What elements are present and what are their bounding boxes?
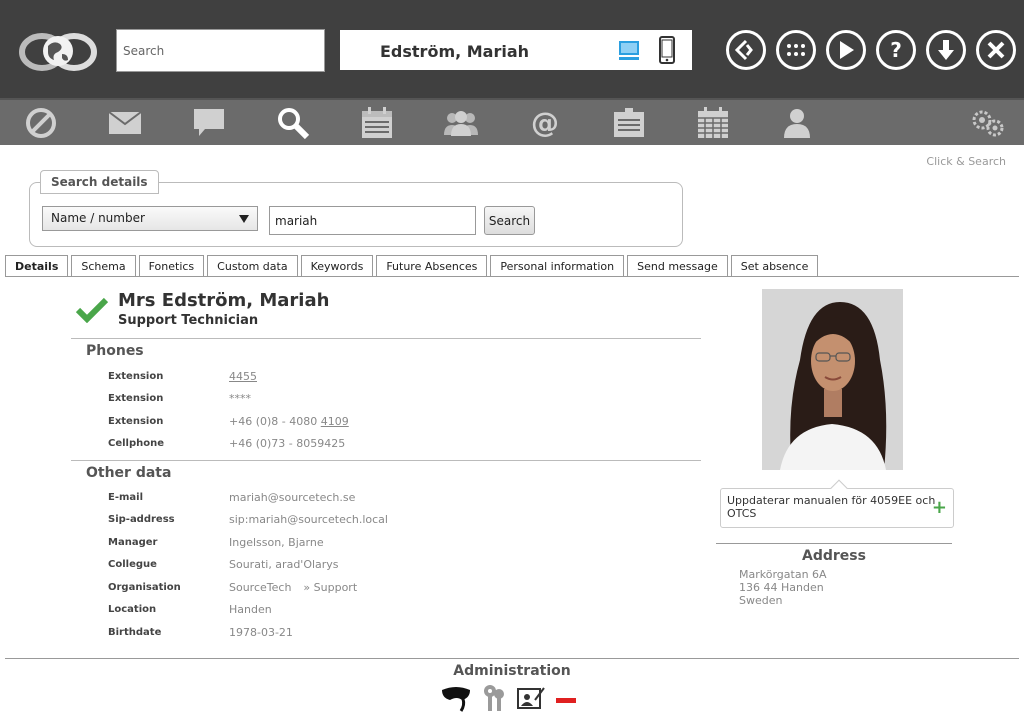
extension-link[interactable]: 4109	[321, 415, 349, 428]
person-name: Mrs Edström, Mariah	[118, 290, 330, 311]
extension-link[interactable]: 4455	[229, 370, 257, 383]
address-divider	[716, 543, 952, 544]
schedule-icon[interactable]	[611, 106, 647, 140]
collegue-value[interactable]: Sourati, arad'Olarys	[229, 558, 339, 571]
search-details-legend: Search details	[40, 170, 159, 194]
calendar-icon[interactable]	[359, 106, 395, 140]
apps-icon[interactable]	[776, 30, 816, 70]
data-label: Birthdate	[108, 627, 162, 638]
address-title: Address	[802, 548, 866, 564]
play-icon[interactable]	[826, 30, 866, 70]
nav-bar: @	[0, 98, 1024, 145]
person-photo	[762, 289, 903, 470]
phone-value: +46 (0)73 - 8059425	[229, 437, 346, 450]
block-icon[interactable]	[23, 106, 59, 140]
remove-icon[interactable]	[555, 691, 577, 710]
administration-title: Administration	[453, 663, 571, 679]
tab-schema[interactable]: Schema	[71, 255, 136, 277]
other-data-divider	[71, 460, 701, 461]
current-user-box: Edström, Mariah	[340, 30, 692, 70]
tab-fonetics[interactable]: Fonetics	[138, 255, 205, 277]
data-label: Collegue	[108, 559, 157, 570]
download-icon[interactable]	[926, 30, 966, 70]
help-icon[interactable]: ?	[876, 30, 916, 70]
manager-value[interactable]: Ingelsson, Bjarne	[229, 536, 324, 549]
search-type-value: Name / number	[51, 211, 145, 225]
chat-icon[interactable]	[191, 106, 227, 140]
desktop-icon[interactable]	[616, 38, 642, 68]
global-search-input[interactable]: Search	[116, 29, 325, 72]
data-label: Organisation	[108, 582, 181, 593]
click-search-link[interactable]: Click & Search	[926, 155, 1006, 168]
globe-logo-icon	[18, 24, 98, 80]
tab-set-absence[interactable]: Set absence	[730, 255, 819, 277]
department-value[interactable]: » Support	[303, 581, 357, 594]
mask-icon[interactable]	[441, 684, 471, 716]
birthdate-value: 1978-03-21	[229, 626, 293, 639]
data-label: Manager	[108, 537, 158, 548]
data-label: Location	[108, 604, 157, 615]
settings-icon[interactable]	[970, 106, 1006, 140]
keys-icon[interactable]	[481, 684, 507, 716]
tab-keywords[interactable]: Keywords	[300, 255, 374, 277]
sip-value[interactable]: sip:mariah@sourcetech.local	[229, 513, 388, 526]
person-icon[interactable]	[779, 106, 815, 140]
phone-label: Extension	[108, 393, 164, 404]
add-icon[interactable]: +	[932, 499, 947, 517]
tab-send-message[interactable]: Send message	[627, 255, 728, 277]
mail-icon[interactable]	[107, 106, 143, 140]
phone-value: ****	[229, 392, 251, 405]
switch-icon[interactable]	[726, 30, 766, 70]
search-input[interactable]: mariah	[269, 206, 476, 235]
search-icon[interactable]	[275, 106, 311, 140]
tab-future-absences[interactable]: Future Absences	[376, 255, 488, 277]
current-user-name: Edström, Mariah	[380, 42, 530, 61]
address-line: Sweden	[739, 594, 783, 607]
phone-label: Extension	[108, 371, 164, 382]
search-type-select[interactable]: Name / number	[42, 206, 258, 231]
top-actions: ?	[726, 30, 1016, 70]
data-label: Sip-address	[108, 514, 175, 525]
organisation-value[interactable]: SourceTech	[229, 581, 291, 594]
available-check-icon	[75, 297, 109, 327]
data-label: E-mail	[108, 492, 144, 503]
phones-divider	[71, 338, 701, 339]
group-icon[interactable]	[443, 106, 479, 140]
month-icon[interactable]	[695, 106, 731, 140]
top-bar: Search Edström, Mariah ?	[0, 0, 1024, 98]
address-line: 136 44 Handen	[739, 581, 824, 594]
mobile-icon[interactable]	[658, 36, 676, 68]
administration-tools	[441, 684, 577, 716]
phone-label: Cellphone	[108, 438, 165, 449]
phone-label: Extension	[108, 416, 164, 427]
other-data-title: Other data	[86, 465, 172, 481]
chevron-down-icon	[239, 215, 249, 223]
location-value: Handen	[229, 603, 272, 616]
tab-personal-information[interactable]: Personal information	[490, 255, 625, 277]
status-note: Uppdaterar manualen för 4059EE och OTCS …	[720, 479, 954, 528]
person-title: Support Technician	[118, 313, 259, 328]
tab-custom-data[interactable]: Custom data	[207, 255, 298, 277]
status-note-text: Uppdaterar manualen för 4059EE och OTCS	[727, 494, 936, 520]
profile-edit-icon[interactable]	[517, 686, 545, 714]
tab-details[interactable]: Details	[5, 255, 69, 277]
at-icon[interactable]: @	[527, 106, 563, 140]
phones-title: Phones	[86, 343, 144, 359]
tabs-divider	[5, 276, 1019, 277]
footer-divider	[5, 658, 1019, 659]
email-value[interactable]: mariah@sourcetech.se	[229, 491, 355, 504]
close-icon[interactable]	[976, 30, 1016, 70]
address-line: Markörgatan 6A	[739, 568, 827, 581]
svg-text:@: @	[531, 107, 559, 139]
search-button[interactable]: Search	[484, 206, 535, 235]
phone-value: +46 (0)8 - 4080	[229, 415, 321, 428]
tab-bar: Details Schema Fonetics Custom data Keyw…	[5, 255, 819, 277]
